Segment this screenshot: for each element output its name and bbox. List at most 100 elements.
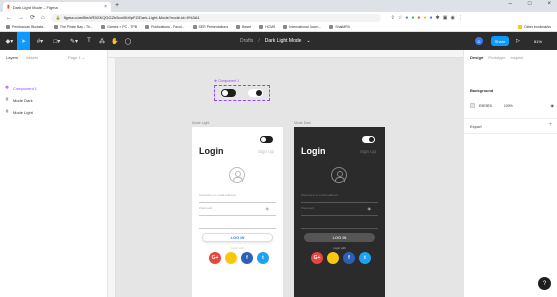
tab-assets[interactable]: Assets — [26, 55, 38, 60]
chevron-down-icon[interactable]: ⌄ — [306, 38, 310, 44]
theme-toggle[interactable] — [260, 136, 273, 143]
shape-tool-icon[interactable]: □▾ — [50, 32, 64, 50]
password-field[interactable]: Password — [199, 206, 276, 216]
toggle-dark-variant[interactable] — [221, 89, 236, 97]
extension-icon[interactable]: ● — [405, 15, 408, 21]
snapchat-icon[interactable] — [225, 252, 237, 264]
user-avatar[interactable]: D — [475, 37, 483, 45]
tab-prototype[interactable]: Prototype — [488, 55, 505, 60]
design-canvas[interactable]: ❖ Component 1 Mode Light Mode Dark Login… — [116, 58, 463, 297]
extension-icon[interactable]: ● — [411, 15, 414, 21]
color-swatch[interactable] — [470, 103, 475, 108]
layer-item-mode-light[interactable]: # Mode Light — [4, 108, 33, 116]
password-field[interactable]: Password — [301, 206, 378, 216]
tab-layers[interactable]: Layers — [6, 55, 18, 60]
document-title[interactable]: Drafts / Dark Light Mode ⌄ — [240, 32, 311, 50]
pen-tool-icon[interactable]: ✎▾ — [67, 32, 81, 50]
login-button[interactable]: LOG IN — [202, 233, 273, 242]
url-field[interactable]: 🔒 figma.com/file/xR5GKQGGZb5on0Ib9pFZ/Da… — [50, 13, 381, 22]
bookmark-item[interactable]: HCMS — [259, 25, 275, 29]
other-bookmarks[interactable]: Other bookmarks — [518, 25, 551, 29]
comment-tool-icon[interactable]: ◯ — [123, 32, 133, 50]
bookmark-favicon-icon — [329, 25, 334, 29]
component-toggle-frame[interactable] — [214, 85, 270, 101]
minimize-button[interactable]: – — [509, 1, 512, 7]
extension-icon[interactable]: ● — [429, 15, 432, 21]
tab-inspect[interactable]: Inspect — [510, 55, 523, 60]
bookmark-item[interactable]: Games > PC - TPB — [101, 25, 137, 29]
background-section-title: Background — [470, 88, 494, 93]
snapchat-icon[interactable] — [327, 252, 339, 264]
theme-toggle[interactable] — [362, 136, 375, 143]
eye-icon[interactable]: ◉ — [266, 206, 270, 211]
bookmark-star-icon[interactable]: ☆ — [398, 15, 402, 21]
layer-item-component-1[interactable]: ❖ Component 1 — [4, 84, 37, 92]
forward-icon[interactable]: → — [18, 15, 24, 21]
share-page-icon[interactable]: ⇪ — [391, 15, 395, 21]
google-plus-icon[interactable]: G+ — [209, 252, 221, 264]
tab-design[interactable]: Design — [470, 55, 483, 60]
tab-close-icon[interactable]: × — [104, 4, 107, 10]
background-opacity[interactable]: 100% — [504, 104, 513, 108]
bookmark-item[interactable]: ShalMRX — [329, 25, 350, 29]
twitter-icon[interactable]: t — [257, 252, 269, 264]
move-tool-icon[interactable]: ➤ — [17, 32, 30, 50]
facebook-icon[interactable]: f — [241, 252, 253, 264]
background-hex[interactable]: E5E5E5 — [479, 104, 492, 108]
component-label[interactable]: ❖ Component 1 — [214, 79, 239, 83]
present-play-icon[interactable]: ▷ — [516, 32, 520, 50]
background-fill-row[interactable]: E5E5E5 100% ◉ — [470, 102, 554, 109]
login-button[interactable]: LOG IN — [304, 233, 375, 242]
text-tool-icon[interactable]: T — [84, 32, 94, 50]
eye-icon[interactable]: ◉ — [368, 206, 372, 211]
layer-item-mode-dark[interactable]: # Mode Dark — [4, 96, 33, 104]
browser-tab[interactable]: ▮ Dark Light Mode – Figma × — [3, 2, 111, 12]
username-field[interactable]: Username or email address — [301, 193, 378, 203]
username-field[interactable]: Username or email address — [199, 193, 276, 203]
bookmark-item[interactable]: SER Presentations — [192, 25, 228, 29]
sign-up-link[interactable]: Sign Up — [360, 149, 376, 154]
frame-label-mode-dark[interactable]: Mode Dark — [294, 121, 311, 125]
reload-icon[interactable]: ⟳ — [30, 14, 35, 21]
bookmark-item[interactable]: The Pirate Bay - Th... — [53, 25, 93, 29]
profile-icon[interactable]: ◉ — [450, 15, 454, 21]
page-selector[interactable]: Page 1 ⌄ — [68, 55, 85, 60]
bookmark-label: Pembaruan Biodata... — [12, 25, 46, 29]
twitter-icon[interactable]: t — [359, 252, 371, 264]
frame-mode-dark[interactable]: Login Sign Up Username or email address … — [294, 127, 385, 297]
zoom-level[interactable]: 81% — [534, 32, 542, 50]
sign-up-link[interactable]: Sign Up — [258, 149, 274, 154]
drafts-link[interactable]: Drafts — [240, 38, 253, 44]
toggle-light-variant[interactable] — [248, 89, 263, 97]
facebook-icon[interactable]: f — [343, 252, 355, 264]
resources-tool-icon[interactable]: ⁂ — [97, 32, 107, 50]
figma-menu-icon[interactable]: ◆▾ — [3, 32, 16, 50]
bookmarks-bar: Pembaruan Biodata... The Pirate Bay - Th… — [0, 23, 557, 32]
home-icon[interactable]: ⌂ — [41, 15, 45, 21]
bookmark-item[interactable]: Beset — [236, 25, 251, 29]
help-button[interactable]: ? — [538, 277, 551, 290]
back-icon[interactable]: ← — [6, 15, 12, 21]
menu-dots-icon[interactable]: ⋮ — [458, 15, 463, 21]
extension-icon[interactable]: ● — [423, 15, 426, 21]
bookmark-item[interactable]: Publications - Facul... — [145, 25, 185, 29]
hand-tool-icon[interactable]: ✋ — [110, 32, 120, 50]
puzzle-icon[interactable]: ✱ — [436, 15, 440, 21]
sidebar-icon[interactable]: ▣ — [443, 15, 448, 21]
file-name[interactable]: Dark Light Mode — [265, 38, 302, 44]
maximize-button[interactable]: □ — [528, 1, 532, 7]
bookmark-item[interactable]: International Journ... — [283, 25, 321, 29]
frame-mode-light[interactable]: Login Sign Up Username or email address … — [192, 127, 283, 297]
frame-tool-icon[interactable]: #▾ — [33, 32, 47, 50]
extension-icon[interactable]: ● — [417, 15, 420, 21]
add-export-icon[interactable]: + — [548, 122, 552, 128]
google-plus-icon[interactable]: G+ — [311, 252, 323, 264]
new-tab-button[interactable]: + — [115, 2, 119, 9]
close-window-button[interactable]: × — [547, 1, 551, 7]
frame-label-mode-light[interactable]: Mode Light — [192, 121, 209, 125]
visibility-eye-icon[interactable]: ◉ — [551, 103, 555, 108]
share-button[interactable]: Share — [491, 36, 509, 46]
bookmark-item[interactable]: Pembaruan Biodata... — [6, 25, 46, 29]
divider-field — [301, 219, 378, 229]
ruler-vertical — [108, 58, 116, 297]
